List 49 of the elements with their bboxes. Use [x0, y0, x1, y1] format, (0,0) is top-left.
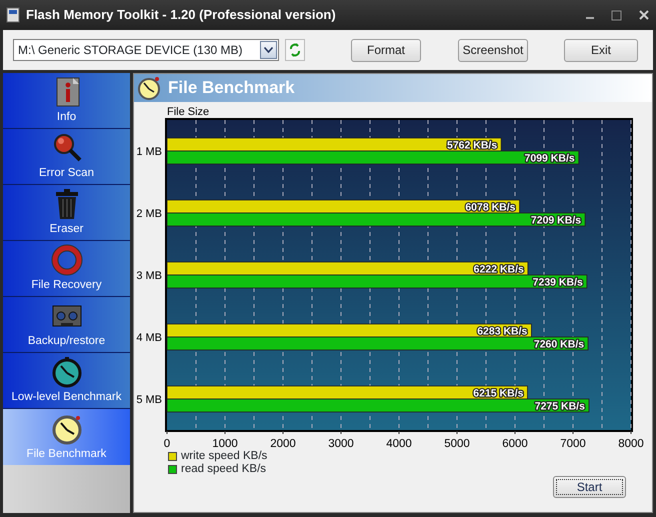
start-button[interactable]: Start — [553, 476, 626, 498]
panel-title: File Benchmark — [168, 77, 295, 100]
refresh-icon — [289, 42, 301, 58]
tick-label: 4000 — [386, 438, 412, 450]
value-label: 7239 KB/s — [532, 276, 583, 288]
tick-label: 0 — [164, 438, 170, 450]
stopwatch-icon — [136, 75, 162, 101]
sidebar-item[interactable]: Low-level Benchmark — [3, 353, 130, 409]
device-name: M:\ Generic STORAGE DEVICE (130 MB) — [18, 42, 243, 59]
value-label: 6222 KB/s — [474, 264, 524, 276]
stopwatch-icon — [50, 356, 82, 388]
tick-label: 5000 — [444, 438, 470, 450]
sidebar-item[interactable]: Eraser — [3, 185, 130, 241]
tick-label: 2000 — [270, 438, 296, 450]
stopwatch-icon — [50, 412, 82, 445]
category-label: 4 MB — [136, 332, 162, 344]
value-label: 6215 KB/s — [473, 388, 524, 400]
sidebar-item[interactable]: Backup/restore — [3, 297, 130, 353]
legend-label: read speed KB/s — [181, 462, 266, 477]
category-label: 2 MB — [136, 208, 162, 220]
axis-title: File Size — [167, 106, 210, 118]
window-title: Flash Memory Toolkit - 1.20 (Professional version) — [26, 6, 336, 24]
value-label: 7099 KB/s — [524, 152, 575, 164]
lifebuoy-icon — [50, 244, 82, 276]
tick-label: 8000 — [618, 438, 644, 450]
maximize-icon[interactable] — [611, 10, 622, 20]
value-label: 7209 KB/s — [530, 214, 582, 226]
close-icon[interactable] — [638, 9, 650, 21]
device-dropdown[interactable]: M:\ Generic STORAGE DEVICE (130 MB) — [13, 39, 279, 61]
value-label: 7275 KB/s — [534, 400, 585, 412]
exit-button[interactable]: Exit — [564, 38, 638, 62]
tick-label: 6000 — [502, 438, 528, 450]
tick-label: 3000 — [328, 438, 354, 450]
value-label: 6283 KB/s — [477, 326, 528, 338]
value-label: 6078 KB/s — [465, 202, 516, 214]
value-label: 7260 KB/s — [534, 338, 584, 350]
tick-label: 1000 — [212, 438, 238, 450]
sidebar-item[interactable]: Info — [3, 73, 130, 129]
value-label: 5762 KB/s — [447, 140, 498, 152]
category-label: 5 MB — [136, 394, 162, 406]
sidebar-item[interactable]: File Recovery — [3, 241, 130, 297]
category-label: 3 MB — [136, 270, 162, 282]
format-button[interactable]: Format — [351, 38, 421, 62]
sidebar-item[interactable]: Error Scan — [3, 129, 130, 185]
screenshot-button[interactable]: Screenshot — [458, 38, 528, 62]
tick-label: 7000 — [560, 438, 586, 450]
category-label: 1 MB — [136, 146, 162, 158]
legend-label: write speed KB/s — [181, 448, 268, 464]
refresh-button[interactable] — [285, 39, 305, 61]
